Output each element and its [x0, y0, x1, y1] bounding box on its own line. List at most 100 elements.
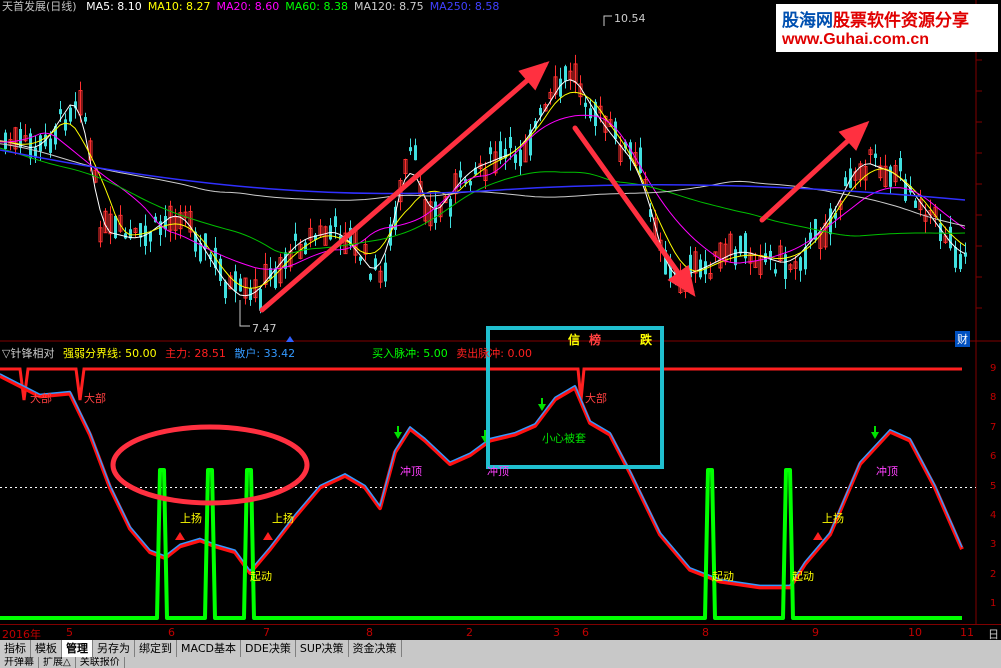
- candle-body: [64, 119, 67, 131]
- date-axis-label: 8: [702, 626, 709, 639]
- date-axis-label: 10: [908, 626, 922, 639]
- indicator-y-tick: 1: [990, 598, 997, 609]
- high-marker: [603, 15, 612, 26]
- box-label-1: 信: [568, 333, 581, 347]
- date-axis-label: 6: [582, 626, 589, 639]
- candle-body: [739, 235, 742, 254]
- candle-body: [889, 166, 892, 187]
- candle-body: [409, 147, 412, 152]
- candle-body: [514, 154, 517, 163]
- candle-body: [219, 258, 222, 282]
- trend-arrow-up-2: [759, 120, 870, 223]
- indicator-y-tick: 3: [990, 539, 997, 551]
- tab-6[interactable]: DDE决策: [241, 640, 296, 657]
- low-price-label: 7.47: [252, 322, 277, 335]
- signal-start-3: 起动: [792, 570, 814, 583]
- candle-body: [304, 242, 307, 255]
- cursor-marker-icon: [286, 336, 294, 342]
- candle-body: [509, 136, 512, 148]
- signal-peak-2: 冲顶: [487, 465, 509, 478]
- price-header: 天首发展(日线) MA5: 8.10 MA10: 8.27 MA20: 8.60 MA…: [2, 0, 511, 14]
- tab-4[interactable]: 绑定到: [135, 640, 177, 657]
- candle-body: [294, 233, 297, 241]
- signal-top-3: 大部: [585, 392, 607, 405]
- candle-body: [434, 201, 437, 223]
- chart-canvas: [0, 0, 1001, 624]
- signal-rise-1: 上扬: [180, 512, 202, 525]
- signal-start-1: 起动: [250, 570, 272, 583]
- candle-body: [584, 102, 587, 107]
- bottom-tab-bar-2: 开弹幕 扩展△ 关联报价: [0, 657, 1001, 668]
- indicator-y-tick: 7: [990, 421, 997, 433]
- candle-body: [939, 223, 942, 242]
- candle-body: [589, 108, 592, 119]
- finance-marker[interactable]: 财: [955, 331, 970, 347]
- tab2-2[interactable]: 关联报价: [76, 657, 125, 668]
- date-axis-label: 5: [66, 626, 73, 639]
- candle-body: [224, 281, 227, 299]
- price-panel: [0, 0, 1001, 624]
- candle-body: [874, 153, 877, 158]
- date-axis-label: 7: [263, 626, 270, 639]
- down-arrow-icon: [394, 432, 402, 439]
- candle-body: [414, 145, 417, 161]
- tab-1[interactable]: 模板: [31, 640, 62, 657]
- tab2-0[interactable]: 开弹幕: [0, 657, 39, 668]
- candle-body: [4, 132, 7, 149]
- box-label-3: 跌: [640, 333, 653, 347]
- tab-8[interactable]: 资金决策: [349, 640, 402, 657]
- signal-start-2: 起动: [712, 570, 734, 583]
- ma-legend-item: MA5: 8.10: [86, 0, 142, 13]
- ma-legend-item: MA120: 8.75: [353, 0, 424, 13]
- candle-body: [139, 223, 142, 238]
- candle-body: [519, 149, 522, 167]
- indicator-y-tick: 6: [990, 451, 997, 463]
- date-axis: 2016年 5 6 7 8 2 3 6 8 9 10 11 日: [0, 624, 1001, 641]
- tab2-1[interactable]: 扩展△: [39, 657, 76, 668]
- threshold-label: 强弱分界线: 50.00: [62, 347, 157, 360]
- signal-caution: 小心被套: [542, 432, 586, 445]
- main-force-label: 主力: 28.51: [165, 347, 226, 360]
- indicator-y-tick: 4: [990, 509, 997, 521]
- trend-arrow-up-1-shaft: [259, 62, 548, 313]
- tab-0[interactable]: 指标: [0, 640, 31, 657]
- indicator-name[interactable]: ▽针锋相对: [2, 347, 54, 360]
- high-price-label: 10.54: [614, 12, 646, 25]
- candle-body: [334, 216, 337, 227]
- indicator-header: ▽针锋相对 强弱分界线: 50.00 主力: 28.51 散户: 33.42 买…: [2, 345, 537, 361]
- tab-5[interactable]: MACD基本: [177, 640, 241, 657]
- watermark-logo: 股海网股票软件资源分享 www.Guhai.com.cn: [776, 4, 998, 52]
- candle-body: [774, 269, 777, 274]
- candle-body: [69, 107, 72, 122]
- tab-7[interactable]: SUP决策: [296, 640, 349, 657]
- bottom-tab-bar: 指标 模板 管理 另存为 绑定到 MACD基本 DDE决策 SUP决策 资金决策: [0, 640, 1001, 657]
- tab-2[interactable]: 管理: [62, 640, 93, 657]
- logo-url: www.Guhai.com.cn: [782, 31, 929, 48]
- up-arrow-icon: [263, 532, 273, 540]
- candle-body: [49, 138, 52, 153]
- up-arrow-icon: [175, 532, 185, 540]
- trend-arrow-up-1: [259, 61, 550, 313]
- date-axis-label: 2: [466, 626, 473, 639]
- candle-body: [459, 170, 462, 178]
- candle-body: [84, 117, 87, 122]
- highlight-ellipse: [110, 424, 310, 506]
- tab-3[interactable]: 另存为: [93, 640, 135, 657]
- candle-body: [844, 177, 847, 187]
- candle-body: [564, 66, 567, 81]
- ma250-line: [0, 149, 966, 201]
- box-label-2: 榜: [589, 333, 602, 347]
- indicator-y-tick: 2: [990, 568, 997, 580]
- signal-top-2: 大部: [84, 392, 106, 405]
- ma120-line: [0, 143, 966, 227]
- logo-brand: 股海网: [782, 11, 833, 31]
- candle-body: [949, 226, 952, 249]
- candle-body: [369, 273, 372, 280]
- sell-pulse-line: [0, 367, 962, 401]
- indicator-y-tick: 5: [990, 480, 997, 492]
- up-arrow-icon: [813, 532, 823, 540]
- date-axis-label: 11: [960, 626, 974, 639]
- main-force-line: [0, 374, 964, 590]
- candle-body: [164, 216, 167, 230]
- candle-body: [744, 233, 747, 259]
